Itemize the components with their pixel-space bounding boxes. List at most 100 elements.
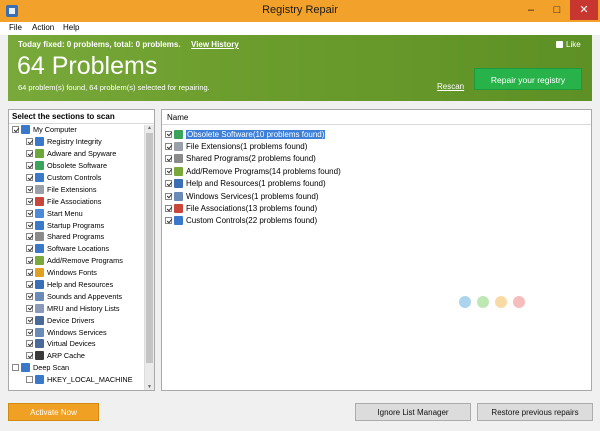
sections-header: Select the sections to scan	[9, 110, 154, 124]
ignore-list-manager-button[interactable]: Ignore List Manager	[355, 403, 471, 421]
checkbox[interactable]	[26, 185, 33, 193]
item-label: Sounds and Appevents	[47, 291, 123, 301]
checkbox[interactable]	[26, 352, 33, 360]
like-button[interactable]: Like	[556, 40, 581, 49]
menu-file[interactable]: File	[9, 23, 22, 32]
result-row[interactable]: Windows Services(1 problems found)	[165, 190, 319, 202]
checkbox[interactable]	[165, 192, 172, 200]
checkbox[interactable]	[26, 269, 33, 277]
tree-item[interactable]: Windows Services	[9, 326, 154, 338]
result-row[interactable]: Custom Controls(22 problems found)	[165, 215, 317, 227]
vertical-scrollbar[interactable]: ▲ ▼	[144, 125, 154, 390]
item-label: Windows Services(1 problems found)	[186, 191, 319, 201]
tree-item[interactable]: Start Menu	[9, 207, 154, 219]
checkbox[interactable]	[165, 180, 172, 188]
history-icon	[35, 303, 44, 313]
item-label: ARP Cache	[47, 351, 85, 361]
checkbox[interactable]	[26, 138, 33, 146]
help-icon	[174, 179, 183, 189]
checkbox[interactable]	[165, 217, 172, 225]
checkbox[interactable]	[26, 328, 33, 336]
result-row[interactable]: Obsolete Software(10 problems found)	[165, 128, 326, 140]
checkbox[interactable]	[26, 304, 33, 312]
tree-item[interactable]: Custom Controls	[9, 172, 154, 184]
device-drivers-icon	[35, 315, 44, 325]
checkbox[interactable]	[26, 209, 33, 217]
checkbox[interactable]	[165, 143, 172, 151]
result-row[interactable]: File Extensions(1 problems found)	[165, 140, 307, 152]
scroll-thumb[interactable]	[146, 133, 153, 363]
tree-item[interactable]: Adware and Spyware	[9, 148, 154, 160]
tree-item-my-computer[interactable]: My Computer	[9, 124, 154, 136]
checkbox[interactable]	[165, 167, 172, 175]
item-label: Add/Remove Programs	[47, 256, 123, 266]
tree-item[interactable]: MRU and History Lists	[9, 302, 154, 314]
item-label: Deep Scan	[33, 363, 70, 373]
tree-item[interactable]: ARP Cache	[9, 350, 154, 362]
tree-item[interactable]: Add/Remove Programs	[9, 255, 154, 267]
tree-item[interactable]: Virtual Devices	[9, 338, 154, 350]
checkbox[interactable]	[26, 376, 33, 384]
checkbox[interactable]	[26, 162, 33, 170]
result-row[interactable]: Shared Programs(2 problems found)	[165, 153, 316, 165]
scroll-down-icon[interactable]: ▼	[145, 384, 154, 390]
checkbox[interactable]	[12, 364, 19, 372]
checkbox[interactable]	[26, 233, 33, 241]
tree-item[interactable]: Help and Resources	[9, 279, 154, 291]
shared-programs-icon	[174, 154, 183, 164]
tree-item[interactable]: Startup Programs	[9, 219, 154, 231]
windows-services-icon	[174, 191, 183, 201]
add-remove-programs-icon	[174, 166, 183, 176]
checkbox[interactable]	[26, 340, 33, 348]
window-title: Registry Repair	[262, 4, 338, 16]
tree-item[interactable]: Shared Programs	[9, 231, 154, 243]
repair-registry-button[interactable]: Repair your registry	[474, 68, 582, 90]
checkbox[interactable]	[165, 130, 172, 138]
tree-item-deep-scan[interactable]: Deep Scan	[9, 362, 154, 374]
scroll-up-icon[interactable]: ▲	[145, 125, 154, 132]
name-column-header[interactable]: Name	[162, 110, 591, 125]
checkbox[interactable]	[26, 292, 33, 300]
checkbox[interactable]	[26, 197, 33, 205]
checkbox[interactable]	[165, 205, 172, 213]
tree-item[interactable]: Obsolete Software	[9, 160, 154, 172]
activate-now-button[interactable]: Activate Now	[8, 403, 99, 421]
checkbox[interactable]	[26, 281, 33, 289]
checkbox[interactable]	[26, 221, 33, 229]
tree-item[interactable]: Registry Integrity	[9, 136, 154, 148]
close-button[interactable]: ✕	[570, 0, 598, 20]
tree-item[interactable]: Sounds and Appevents	[9, 290, 154, 302]
checkbox[interactable]	[26, 245, 33, 253]
problems-title: 64 Problems	[17, 52, 158, 80]
restore-previous-repairs-button[interactable]: Restore previous repairs	[477, 403, 593, 421]
tree-item[interactable]: Windows Fonts	[9, 267, 154, 279]
result-row[interactable]: Help and Resources(1 problems found)	[165, 178, 326, 190]
file-associations-icon	[35, 196, 44, 206]
result-row[interactable]: File Associations(13 problems found)	[165, 202, 317, 214]
tree-item[interactable]: Software Locations	[9, 243, 154, 255]
checkbox[interactable]	[26, 150, 33, 158]
view-history-link[interactable]: View History	[191, 40, 239, 49]
rescan-link[interactable]: Rescan	[437, 82, 464, 91]
menu-help[interactable]: Help	[63, 23, 79, 32]
checkbox[interactable]	[26, 257, 33, 265]
startup-programs-icon	[35, 220, 44, 230]
software-locations-icon	[35, 244, 44, 254]
checkbox[interactable]	[12, 126, 19, 134]
minimize-button[interactable]: –	[518, 0, 544, 20]
checkbox[interactable]	[26, 316, 33, 324]
maximize-button[interactable]: □	[544, 0, 570, 20]
add-remove-programs-icon	[35, 256, 44, 266]
tree-item[interactable]: Device Drivers	[9, 314, 154, 326]
menu-action[interactable]: Action	[32, 23, 54, 32]
tree-item[interactable]: File Extensions	[9, 183, 154, 195]
checkbox[interactable]	[26, 174, 33, 181]
obsolete-software-icon	[35, 161, 44, 171]
sounds-icon	[35, 291, 44, 301]
deep-scan-icon	[21, 363, 30, 373]
checkbox[interactable]	[165, 155, 172, 163]
tree-item[interactable]: File Associations	[9, 195, 154, 207]
windows-services-icon	[35, 327, 44, 337]
result-row[interactable]: Add/Remove Programs(14 problems found)	[165, 165, 341, 177]
tree-item-hklm[interactable]: HKEY_LOCAL_MACHINE	[9, 374, 154, 386]
